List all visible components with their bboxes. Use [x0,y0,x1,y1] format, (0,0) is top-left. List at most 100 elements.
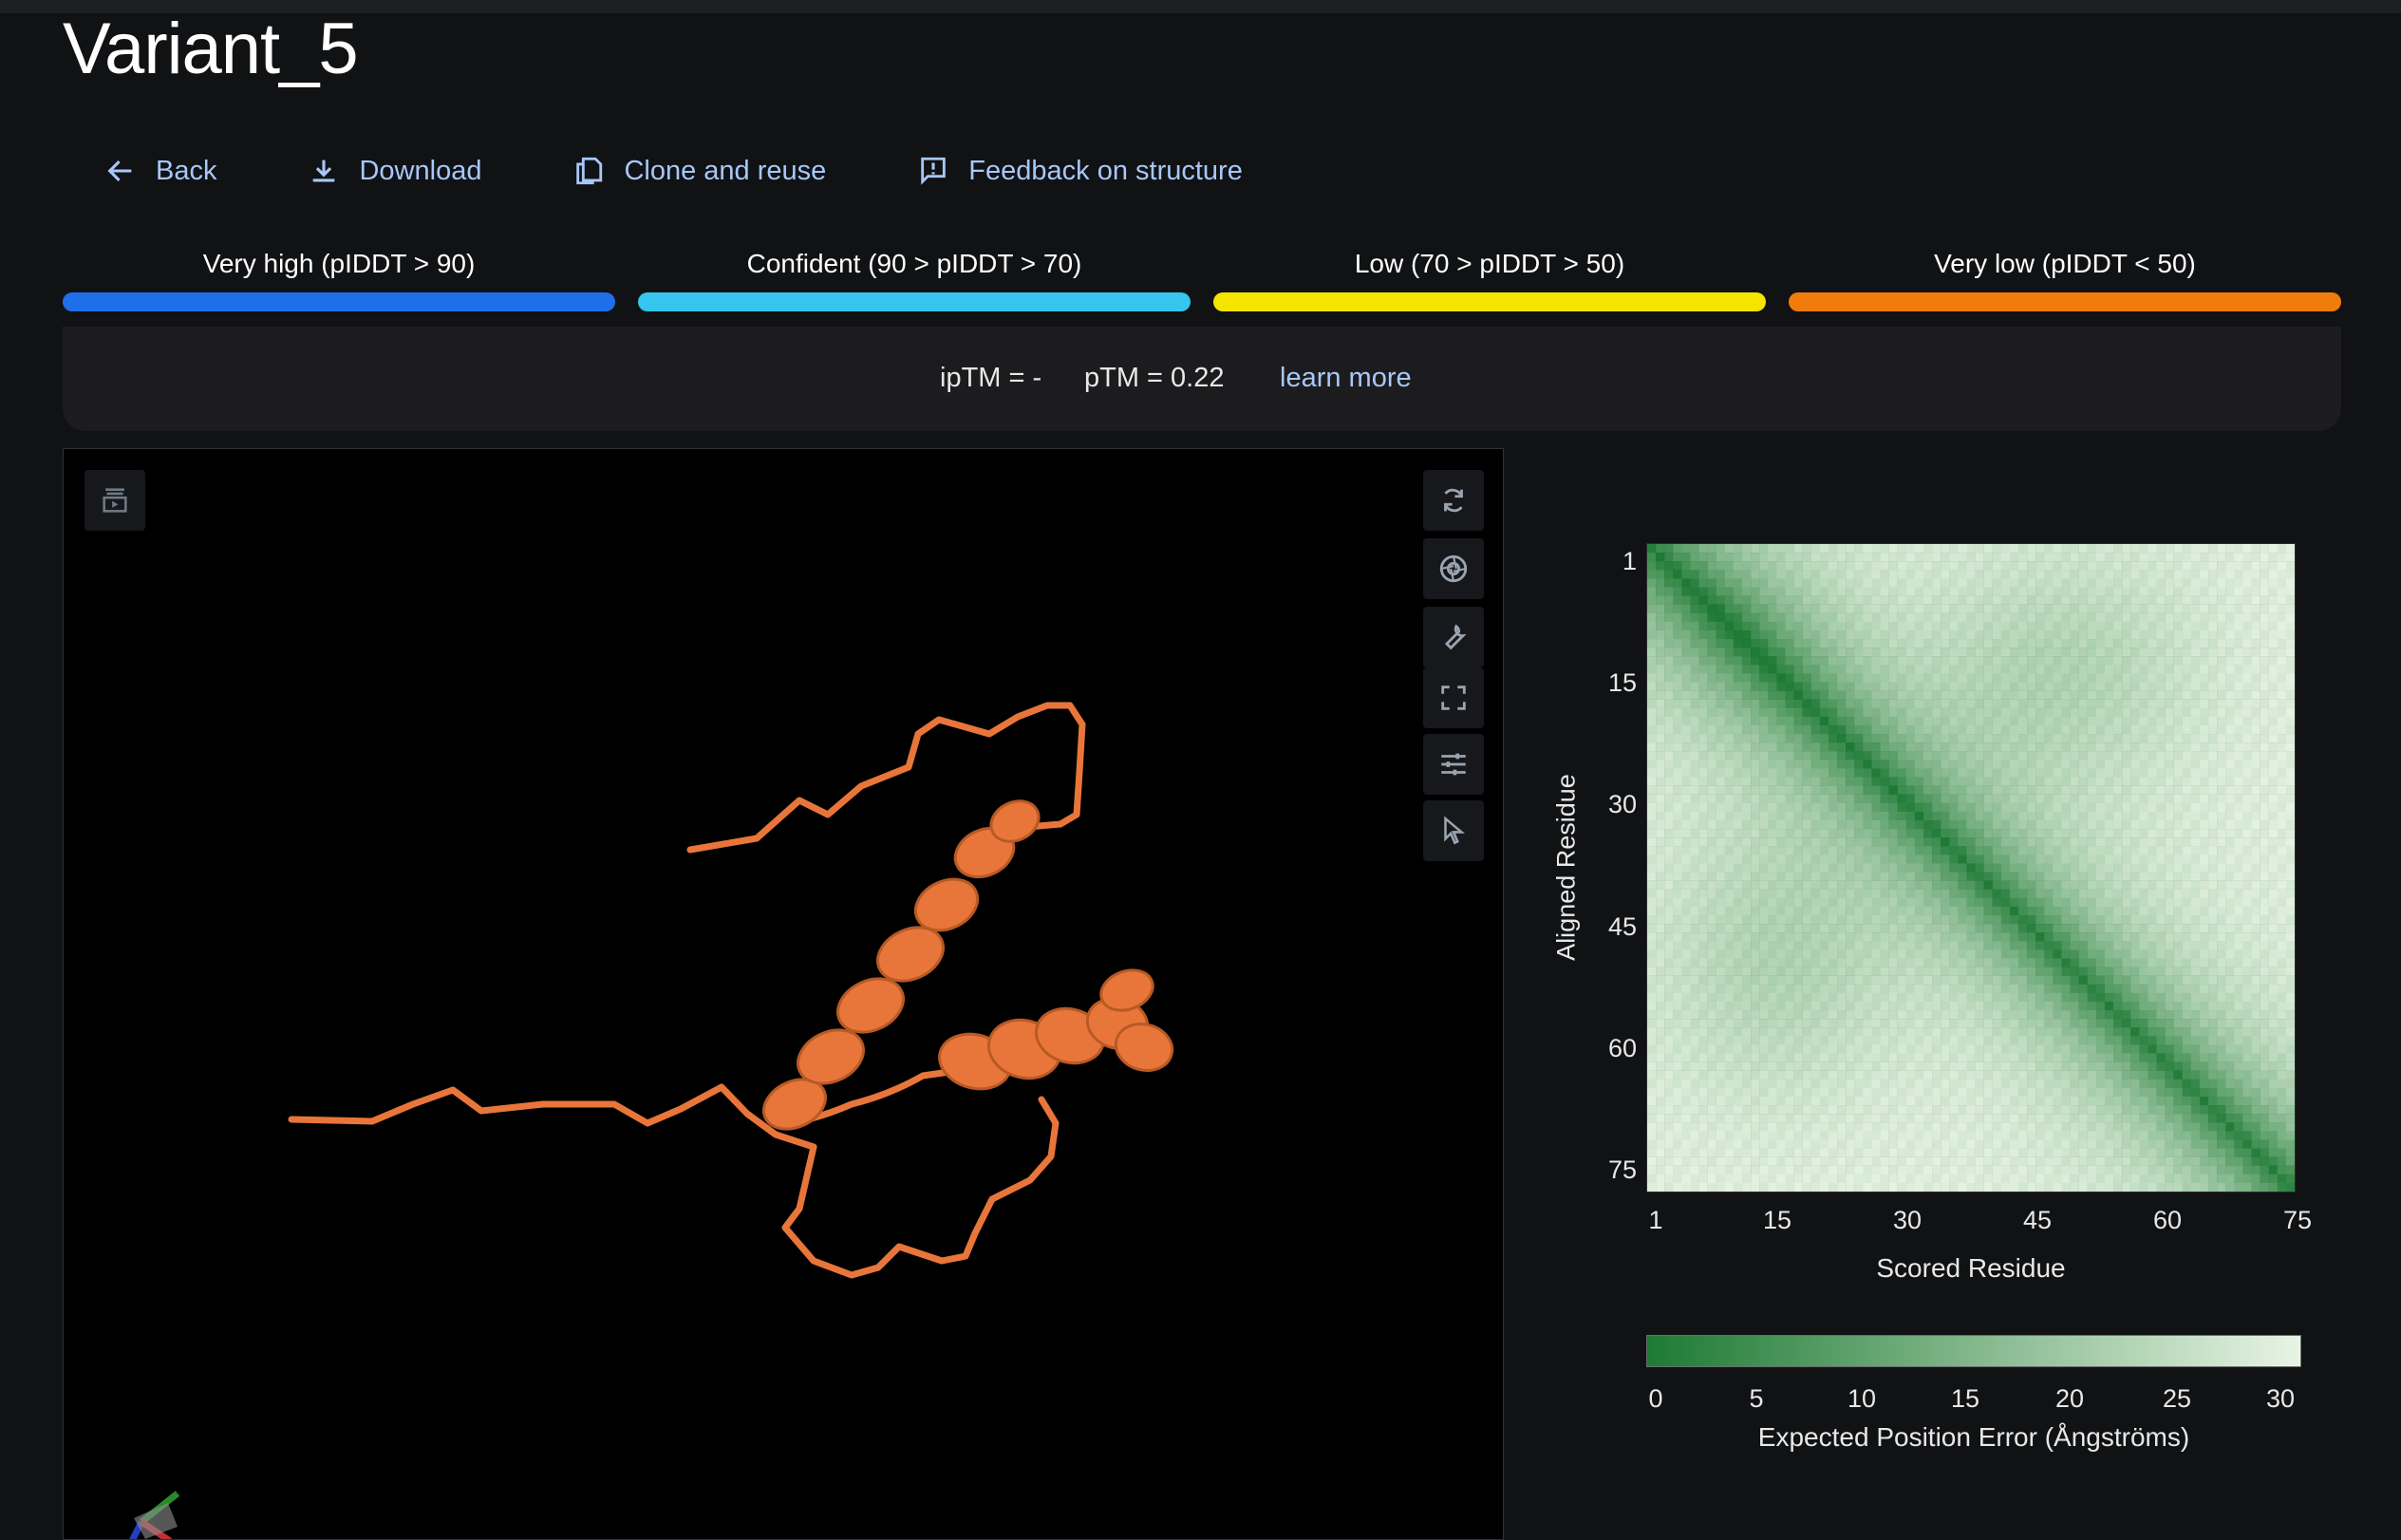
heatmap-cell [2113,553,2123,562]
heatmap-cell [1785,690,1794,700]
heatmap-cell [2156,595,2166,605]
heatmap-cell [1647,690,1657,700]
heatmap-cell [1656,880,1665,890]
heatmap-cell [1733,724,1743,735]
learn-more-link[interactable]: learn more [1280,363,1412,394]
heatmap-cell [1983,1044,1993,1054]
heatmap-cell [1664,724,1674,735]
heatmap-cell [2000,699,2011,708]
heatmap-cell [2182,794,2192,803]
clone-and-reuse-button[interactable]: Clone and reuse [572,155,826,187]
heatmap-cell [1733,1019,1743,1028]
heatmap-cell [2182,742,2192,752]
heatmap-cell [2173,760,2183,769]
heatmap-cell [1707,1001,1716,1011]
heatmap-cell [2113,777,2123,786]
heatmap-cell [1810,1027,1821,1037]
heatmap-cell [2156,967,2166,976]
heatmap-cell [2095,785,2106,795]
heatmap-cell [2190,1096,2201,1106]
heatmap-cell [2009,1053,2019,1062]
structure-viewer[interactable] [63,448,1504,1540]
heatmap-cell [1854,612,1864,623]
heatmap-cell [2027,1044,2036,1054]
heatmap-cell [2251,724,2260,735]
heatmap-cell [2242,880,2252,890]
heatmap-cell [1932,975,1941,985]
heatmap-cell [2251,924,2260,933]
heatmap-cell [1768,682,1777,691]
heatmap-cell [1698,665,1708,674]
heatmap-cell [2156,802,2166,813]
heatmap-cell [1923,872,1933,881]
heatmap-cell [2130,915,2140,925]
heatmap-cell [1949,829,1959,838]
heatmap-cell [2165,1079,2174,1089]
heatmap-cell [2027,992,2036,1003]
heatmap-cell [2061,872,2071,881]
heatmap-cell [1724,1070,1735,1080]
heatmap-cell [1707,1096,1716,1106]
heatmap-cell [2217,785,2226,795]
heatmap-cell [2242,656,2252,666]
heatmap-cell [1932,837,1941,847]
heatmap-cell [1716,561,1726,571]
heatmap-cell [1724,587,1735,596]
heatmap-cell [2009,553,2019,562]
heatmap-cell [1914,811,1924,821]
heatmap-cell [1958,673,1967,683]
heatmap-cell [2113,932,2123,942]
heatmap-cell [1819,553,1829,562]
heatmap-cell [2268,992,2278,1003]
heatmap-cell [2087,1019,2097,1028]
heatmap-cell [2113,837,2123,847]
heatmap-cell [1992,656,2002,666]
heatmap-cell [2217,673,2226,683]
heatmap-cell [2217,811,2226,821]
heatmap-cell [2285,837,2295,847]
heatmap-cell [2061,682,2071,691]
heatmap-cell [2122,1053,2131,1062]
heatmap-cell [1897,665,1906,674]
heatmap-cell [1724,604,1735,613]
download-button[interactable]: Download [308,155,481,187]
heatmap-cell [1707,734,1716,743]
heatmap-cell [2053,604,2062,613]
heatmap-cell [2251,802,2260,813]
heatmap-cell [1897,690,1906,700]
heatmap-cell [1673,612,1682,623]
feedback-button[interactable]: Feedback on structure [917,155,1243,187]
heatmap-cell [1733,561,1743,571]
heatmap-cell [2190,578,2201,588]
heatmap-cell [1768,544,1777,554]
heatmap-cell [2217,1079,2226,1089]
heatmap-cell [1828,829,1838,838]
heatmap-cell [1888,544,1898,554]
heatmap-cell [2148,829,2157,838]
heatmap-cell [1819,837,1829,847]
heatmap-cell [1923,1001,1933,1011]
heatmap-cell [2053,846,2062,855]
heatmap-cell [2190,1061,2201,1071]
heatmap-cell [1810,1019,1821,1028]
heatmap-cell [2130,595,2140,605]
heatmap-cell [1949,1079,1959,1089]
back-button[interactable]: Back [104,155,216,187]
heatmap-cell [1932,1010,1941,1020]
heatmap-cell [1871,802,1881,813]
heatmap-cell [1966,984,1976,994]
heatmap-cell [1992,1105,2002,1115]
y-tick-label: 75 [1607,1155,1637,1184]
heatmap-cell [2225,768,2235,778]
heatmap-cell [1724,595,1735,605]
heatmap-cell [2156,570,2166,579]
heatmap-cell [2070,872,2079,881]
legend-color-bar [638,292,1191,311]
pae-heatmap[interactable] [1646,543,2296,1193]
heatmap-cell [1793,553,1803,562]
heatmap-cell [1742,1070,1752,1080]
heatmap-cell [2156,819,2166,830]
heatmap-cell [2087,958,2097,967]
heatmap-cell [1880,1087,1889,1098]
heatmap-cell [1958,941,1967,950]
